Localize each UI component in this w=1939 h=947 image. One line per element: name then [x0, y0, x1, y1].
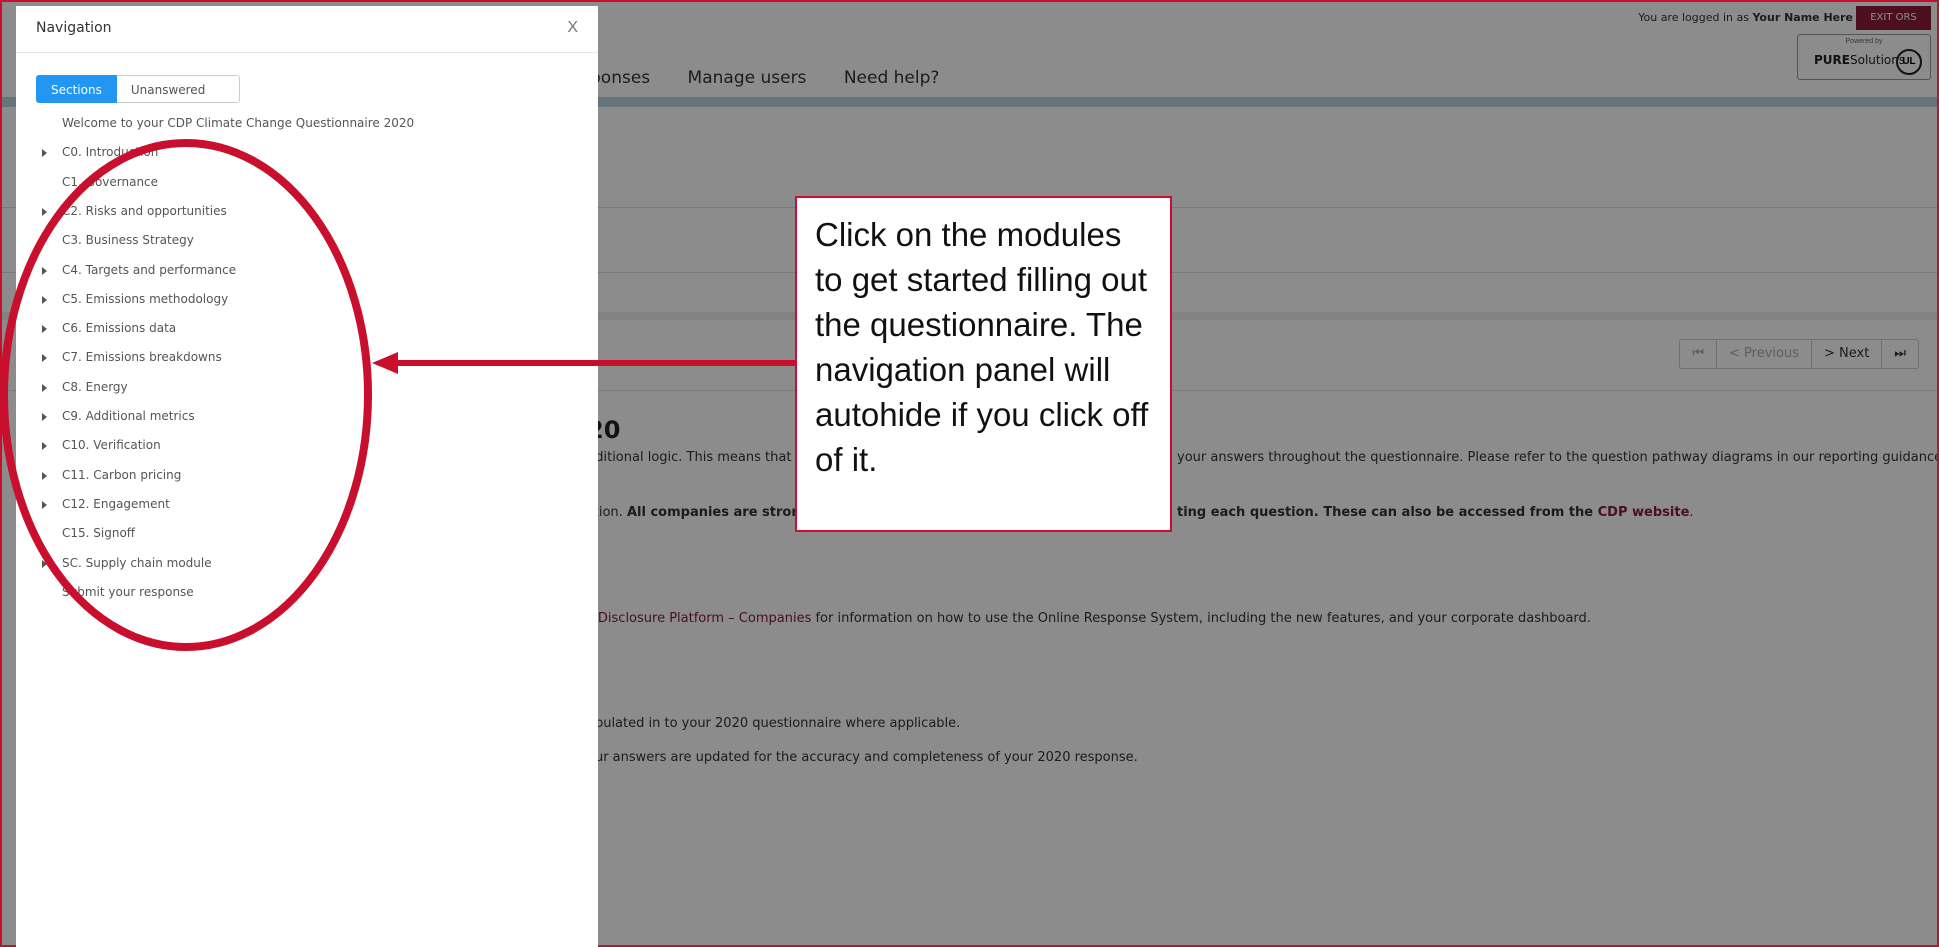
callout-box: Click on the modules to get started fill…: [795, 196, 1172, 532]
annotation-arrow-head: [372, 352, 398, 374]
annotation-ellipse: [0, 139, 372, 651]
